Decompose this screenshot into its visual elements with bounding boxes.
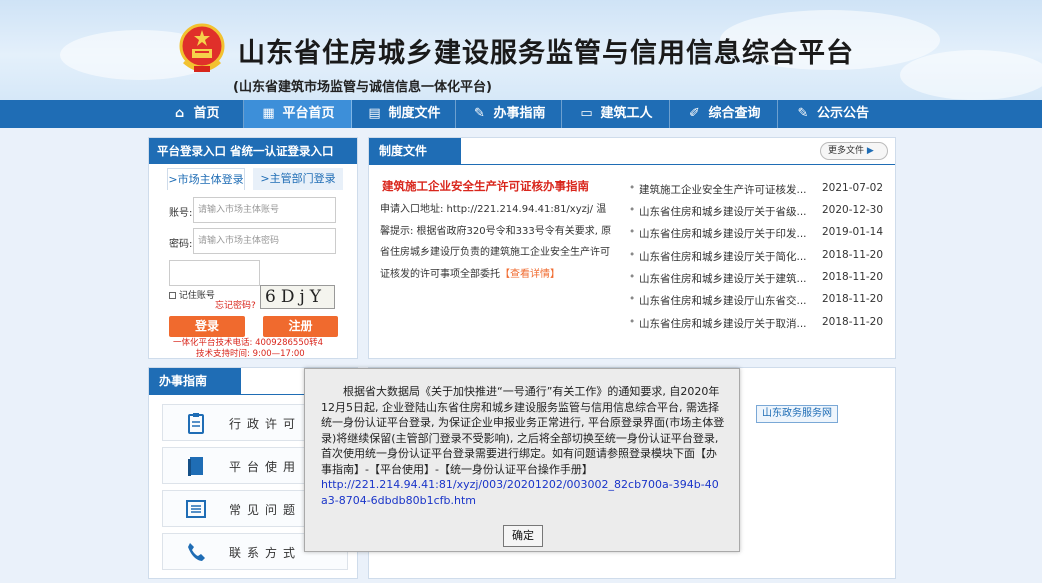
captcha-input[interactable]	[169, 260, 260, 286]
more-docs-button[interactable]: 更多文件 ▶	[820, 142, 888, 160]
nav-announcements[interactable]: ✎ 公示公告	[778, 100, 886, 128]
nav-policy-docs[interactable]: ▤ 制度文件	[352, 100, 456, 128]
captcha-image[interactable]: 6DjY	[260, 285, 335, 309]
arrow-right-icon: ▶	[866, 146, 874, 156]
nav-home[interactable]: ⌂ 首页	[148, 100, 244, 128]
divider	[369, 164, 895, 165]
password-label: 密码:	[169, 239, 193, 250]
policy-panel-header: 制度文件	[369, 138, 461, 164]
tab-dept-login[interactable]: >主管部门登录	[253, 168, 343, 190]
login-panel: 平台登录入口 省统一认证登录入口 >市场主体登录 >主管部门登录 账号: 请输入…	[148, 137, 358, 359]
login-button[interactable]: 登录	[169, 316, 245, 337]
grid-icon: ▦	[262, 106, 275, 121]
nav-guide[interactable]: ✎ 办事指南	[456, 100, 562, 128]
gov-service-link[interactable]: 山东政务服务网	[756, 405, 838, 423]
main-nav: ⌂ 首页 ▦ 平台首页 ▤ 制度文件 ✎ 办事指南 ▭ 建筑工人 ✐ 综合查询 ✎ 公示公告	[0, 100, 1042, 128]
notice-dialog-text: 根据省大数据局《关于加快推进“一号通行”有关工作》的通知要求, 自2020年12…	[321, 385, 725, 508]
site-subtitle: (山东省建筑市场监管与诚信信息一体化平台)	[233, 80, 492, 95]
feature-body: 申请入口地址: http://221.214.94.41:81/xyzj/ 温馨…	[380, 204, 612, 280]
list-icon	[186, 500, 206, 518]
register-button[interactable]: 注册	[263, 316, 338, 337]
home-icon: ⌂	[174, 106, 185, 121]
national-emblem-icon	[179, 23, 225, 72]
site-header: 山东省住房城乡建设服务监管与信用信息综合平台 (山东省建筑市场监管与诚信信息一体…	[0, 0, 1042, 100]
list-item[interactable]: • 山东省住房和城乡建设厅关于印发... 2019-01-14	[629, 226, 889, 246]
remember-label: 记住账号	[178, 291, 215, 301]
edit-icon: ✐	[689, 106, 700, 121]
notice-icon: ✎	[797, 106, 809, 121]
notice-dialog: 根据省大数据局《关于加快推进“一号通行”有关工作》的通知要求, 自2020年12…	[304, 368, 740, 552]
clipboard-icon	[188, 413, 204, 434]
feature-title[interactable]: 建筑施工企业安全生产许可证核办事指南	[382, 178, 589, 194]
support-hours: 技术支持时间: 9:00—17:00	[196, 349, 305, 359]
forgot-password-link[interactable]: 忘记密码?	[215, 298, 256, 311]
ok-button[interactable]: 确定	[503, 525, 543, 547]
account-label: 账号:	[169, 208, 193, 219]
guide-panel-header: 办事指南	[149, 368, 241, 394]
password-input[interactable]: 请输入市场主体密码	[193, 228, 336, 254]
list-item[interactable]: • 山东省住房和城乡建设厅关于省级... 2020-12-30	[629, 204, 889, 224]
login-panel-header: 平台登录入口 省统一认证登录入口	[149, 138, 357, 164]
account-input[interactable]: 请输入市场主体账号	[193, 197, 336, 223]
list-item[interactable]: • 山东省住房和城乡建设厅关于简化... 2018-11-20	[629, 249, 889, 269]
nav-platform-home[interactable]: ▦ 平台首页	[244, 100, 352, 128]
phone-icon	[188, 543, 205, 561]
remember-row: 记住账号	[169, 288, 215, 301]
policy-list: • 建筑施工企业安全生产许可证核发... 2021-07-02 • 山东省住房和城乡建…	[629, 174, 891, 344]
site-title: 山东省住房城乡建设服务监管与信用信息综合平台	[238, 38, 854, 69]
book-icon	[188, 457, 203, 476]
view-details-link[interactable]: 【查看详情】	[500, 269, 560, 280]
nav-workers[interactable]: ▭ 建筑工人	[562, 100, 670, 128]
monitor-icon: ▭	[580, 106, 593, 121]
guide-icon: ✎	[474, 106, 485, 121]
policy-panel: 制度文件 更多文件 ▶ 建筑施工企业安全生产许可证核办事指南 申请入口地址: h…	[368, 137, 896, 359]
remember-checkbox[interactable]	[169, 292, 176, 299]
nav-query[interactable]: ✐ 综合查询	[670, 100, 778, 128]
list-item[interactable]: • 山东省住房和城乡建设厅山东省交... 2018-11-20	[629, 293, 889, 313]
list-item[interactable]: • 建筑施工企业安全生产许可证核发... 2021-07-02	[629, 182, 889, 202]
tab-market-login[interactable]: >市场主体登录	[167, 168, 245, 190]
document-icon: ▤	[368, 106, 381, 121]
cloud-decoration	[900, 50, 1042, 100]
list-item[interactable]: • 山东省住房和城乡建设厅关于建筑... 2018-11-20	[629, 271, 889, 291]
notice-dialog-link[interactable]: http://221.214.94.41:81/xyzj/003/2020120…	[321, 477, 725, 508]
list-item[interactable]: • 山东省住房和城乡建设厅关于取消... 2018-11-20	[629, 316, 889, 336]
